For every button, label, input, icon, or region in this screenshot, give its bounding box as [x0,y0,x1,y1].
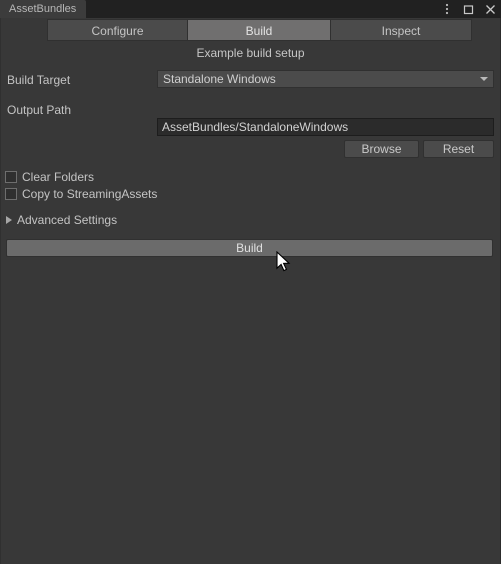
window-controls [440,0,497,18]
copy-streamingassets-checkbox-row[interactable]: Copy to StreamingAssets [5,186,157,202]
chevron-down-icon [480,77,488,81]
clear-folders-label: Clear Folders [22,170,95,184]
build-target-dropdown[interactable]: Standalone Windows [157,70,494,88]
build-target-value: Standalone Windows [163,72,276,86]
build-target-label: Build Target [7,73,71,87]
maximize-icon[interactable] [462,2,475,16]
assetbundles-window: AssetBundles Configure Build Inspect Exa… [0,0,501,564]
chevron-right-icon [6,216,12,224]
output-path-label: Output Path [7,103,72,117]
page-subtitle: Example build setup [196,46,305,60]
browse-button[interactable]: Browse [344,140,419,158]
reset-button[interactable]: Reset [423,140,494,158]
tab-configure[interactable]: Configure [47,19,188,41]
copy-streamingassets-label: Copy to StreamingAssets [22,187,158,201]
mode-tab-bar: Configure Build Inspect [47,19,472,41]
copy-streamingassets-checkbox[interactable] [5,188,17,200]
advanced-settings-foldout[interactable]: Advanced Settings [5,212,117,228]
advanced-settings-label: Advanced Settings [17,213,118,227]
window-titlebar: AssetBundles [0,0,501,18]
clear-folders-checkbox-row[interactable]: Clear Folders [5,169,94,185]
more-options-icon[interactable] [440,2,453,16]
tab-build[interactable]: Build [187,19,331,41]
window-tab-assetbundles[interactable]: AssetBundles [0,0,87,18]
tab-inspect[interactable]: Inspect [330,19,472,41]
clear-folders-checkbox[interactable] [5,171,17,183]
close-icon[interactable] [484,2,497,16]
output-path-input[interactable]: AssetBundles/StandaloneWindows [157,118,494,136]
window-body: Configure Build Inspect Example build se… [0,18,501,564]
output-path-value: AssetBundles/StandaloneWindows [162,120,349,134]
build-button[interactable]: Build [6,239,493,257]
